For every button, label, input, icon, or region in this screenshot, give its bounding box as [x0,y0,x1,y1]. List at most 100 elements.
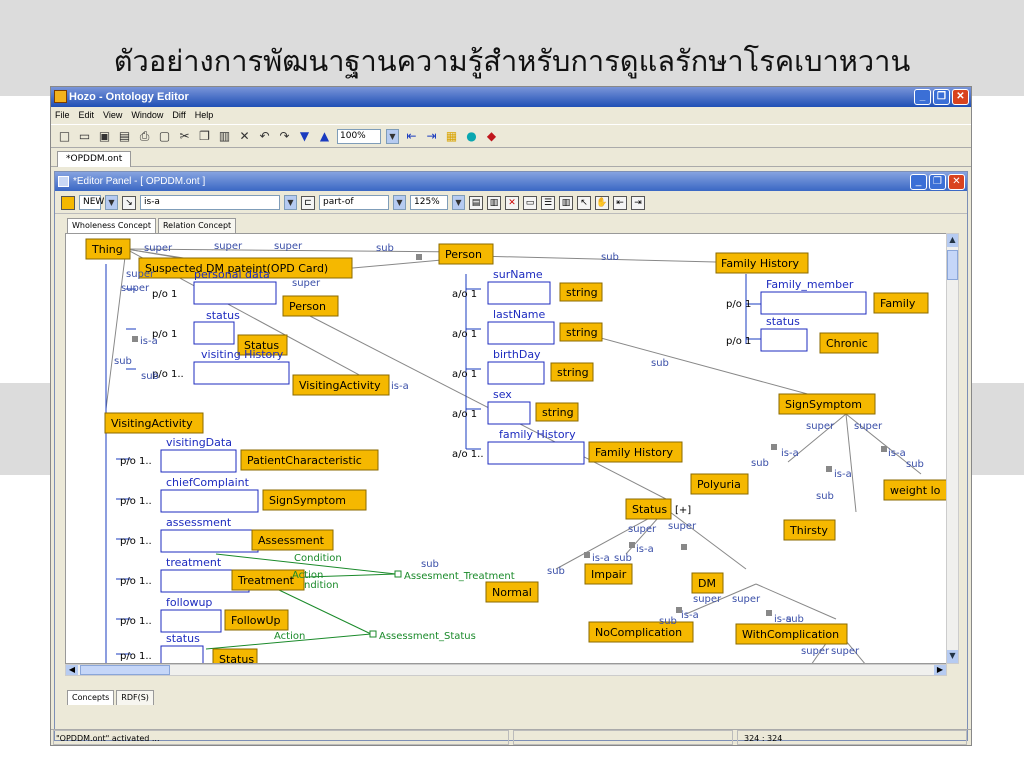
database-icon[interactable]: ● [464,129,479,144]
class-visiting-activity[interactable]: VisitingActivity [299,379,381,392]
zoom-select[interactable]: 100% [337,128,381,144]
down-arrow-icon[interactable]: ▼ [297,129,312,144]
expand-icon[interactable]: ⇥ [631,195,645,210]
concept-signsymptom[interactable]: SignSymptom [785,398,862,411]
delete-icon[interactable]: ✕ [237,129,252,144]
is-a-select[interactable]: is-a [140,195,280,210]
collapse-icon[interactable]: ⇤ [613,195,627,210]
menu-edit[interactable]: Edit [79,107,95,124]
scroll-right-icon[interactable]: ▶ [934,665,946,675]
close-button[interactable]: ✕ [952,89,969,105]
copy-icon[interactable]: ❐ [197,129,212,144]
class-status[interactable]: Status [219,653,254,664]
concept-dm[interactable]: DM [698,577,716,590]
tab-wholeness-concept[interactable]: Wholeness Concept [67,218,156,233]
tab-rdfs[interactable]: RDF(S) [116,690,154,705]
vertical-scroll-thumb[interactable] [947,250,958,280]
class-signsymptom[interactable]: SignSymptom [269,494,346,507]
canvas-vertical-scrollbar[interactable]: ▲ ▼ [946,233,959,664]
hand-pan-icon[interactable]: ✋ [595,195,609,210]
zoom-dropdown-icon[interactable]: ▼ [386,128,399,144]
restore-button[interactable]: ❐ [933,89,950,105]
panel-close-button[interactable]: ✕ [948,174,965,190]
export-icon[interactable]: ⇥ [424,129,439,144]
concept-no-complication[interactable]: NoComplication [595,626,682,639]
up-arrow-icon[interactable]: ▲ [317,129,332,144]
concept-polyuria[interactable]: Polyuria [697,478,741,491]
view-horizontal-icon[interactable]: ☰ [541,195,555,210]
print-icon[interactable]: ⎙ [137,129,152,144]
save-icon[interactable]: ▣ [97,129,112,144]
open-folder-icon[interactable]: ▭ [77,129,92,144]
undo-icon[interactable]: ↶ [257,129,272,144]
import-icon[interactable]: ⇤ [404,129,419,144]
relation-assessment-status[interactable]: Assessment_Status [379,631,476,642]
editor-zoom-dropdown-icon[interactable]: ▼ [452,195,465,210]
class-followup[interactable]: FollowUp [231,614,281,627]
part-of-link-icon[interactable]: ⊏ [301,195,315,210]
scroll-down-icon[interactable]: ▼ [947,650,958,663]
concept-impair[interactable]: Impair [591,568,627,581]
concept-family-history[interactable]: Family History [721,257,800,270]
is-a-dropdown-icon[interactable]: ▼ [284,195,297,210]
panel-restore-button[interactable]: ❐ [929,174,946,190]
class-string[interactable]: string [557,366,589,379]
menu-window[interactable]: Window [131,107,163,124]
scroll-up-icon[interactable]: ▲ [947,234,958,247]
concept-status[interactable]: Status [632,503,667,516]
class-chronic[interactable]: Chronic [826,337,868,350]
scroll-left-icon[interactable]: ◀ [66,665,78,675]
file-tab-opddm[interactable]: *OPDDM.ont [57,151,132,167]
class-family[interactable]: Family [880,297,916,310]
minimize-button[interactable]: _ [914,89,931,105]
new-select[interactable]: NEW [79,195,104,210]
expand-toggle[interactable]: [+] [675,505,691,516]
menu-help[interactable]: Help [195,107,214,124]
ruby-icon[interactable]: ◆ [484,129,499,144]
concept-thirsty[interactable]: Thirsty [789,524,828,537]
menu-file[interactable]: File [55,107,70,124]
panel-minimize-button[interactable]: _ [910,174,927,190]
concept-thing[interactable]: Thing [91,243,123,256]
menu-diff[interactable]: Diff [172,107,185,124]
part-of-select[interactable]: part-of [319,195,389,210]
print-preview-icon[interactable]: ▢ [157,129,172,144]
save-all-icon[interactable]: ▤ [117,129,132,144]
class-treatment[interactable]: Treatment [237,574,295,587]
is-a-link-icon[interactable]: ↘ [122,195,136,210]
view-vertical-icon[interactable]: ▥ [559,195,573,210]
select-cursor-icon[interactable]: ↖ [577,195,591,210]
concept-person[interactable]: Person [445,248,482,261]
new-dropdown-icon[interactable]: ▼ [105,195,118,210]
concept-normal[interactable]: Normal [492,586,532,599]
class-person[interactable]: Person [289,300,326,313]
redo-icon[interactable]: ↷ [277,129,292,144]
concept-visiting-activity[interactable]: VisitingActivity [111,417,193,430]
view-single-icon[interactable]: ▭ [523,195,537,210]
concept-view-icon[interactable]: ▤ [469,195,483,210]
canvas-horizontal-scrollbar[interactable]: ◀ ▶ [65,664,947,676]
class-string[interactable]: string [566,326,598,339]
class-patient-characteristic[interactable]: PatientCharacteristic [247,454,362,467]
tab-relation-concept[interactable]: Relation Concept [157,218,237,233]
relation-assesment-treatment[interactable]: Assesment_Treatment [404,571,515,582]
part-of-dropdown-icon[interactable]: ▼ [393,195,406,210]
new-concept-icon[interactable] [61,195,75,210]
document-icon[interactable]: ▥ [487,195,501,210]
concept-weight-loss[interactable]: weight lo [890,484,941,497]
tab-concepts[interactable]: Concepts [67,690,115,705]
remove-icon[interactable]: ✕ [505,195,519,210]
class-string[interactable]: string [566,286,598,299]
class-family-history[interactable]: Family History [595,446,674,459]
editor-zoom-select[interactable]: 125% [410,195,448,210]
ontology-canvas[interactable]: Thing Suspected DM pateint(OPD Card) Per… [65,233,947,664]
concept-with-complication[interactable]: WithComplication [742,628,839,641]
menu-view[interactable]: View [103,107,122,124]
class-assessment[interactable]: Assessment [258,534,325,547]
cut-icon[interactable]: ✂ [177,129,192,144]
horizontal-scroll-thumb[interactable] [80,665,170,675]
paste-icon[interactable]: ▥ [217,129,232,144]
new-file-icon[interactable]: □ [57,129,72,144]
class-string[interactable]: string [542,406,574,419]
layout-icon[interactable]: ▦ [444,129,459,144]
